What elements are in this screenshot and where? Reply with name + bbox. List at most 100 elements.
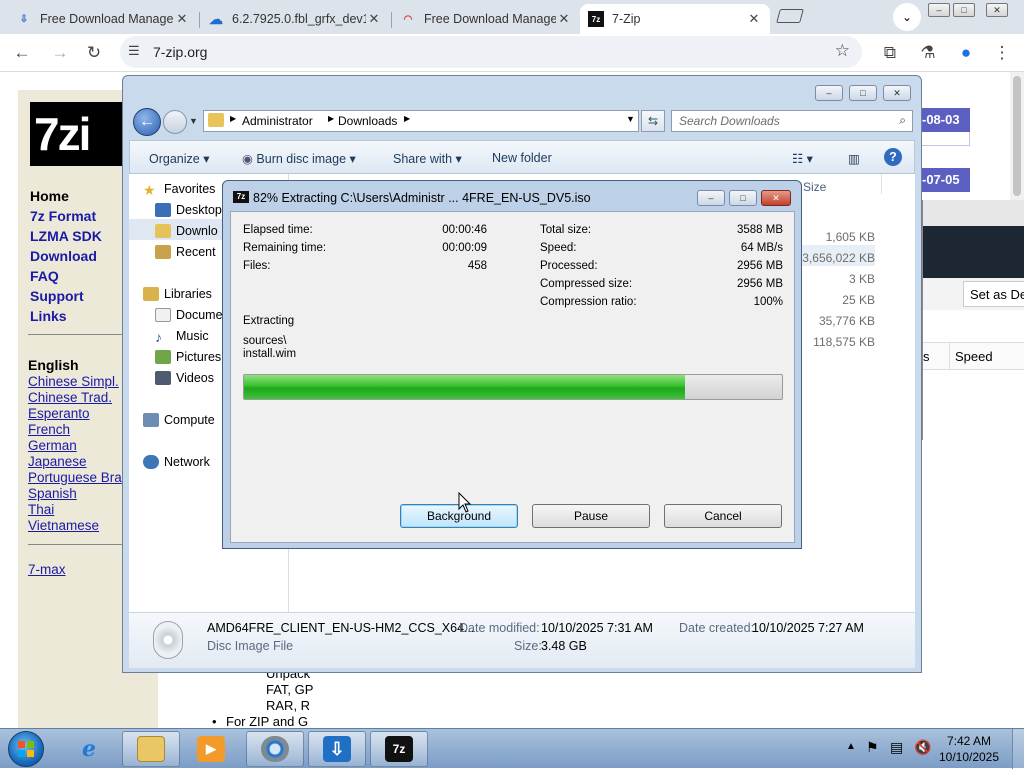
browser-tab-2[interactable]: ☁ 6.2.7925.0.fbl_grfx_dev1 ✕ [200,4,390,34]
cancel-button[interactable]: Cancel [664,504,782,528]
pause-button[interactable]: Pause [532,504,650,528]
site-info-icon[interactable]: ☰ [128,43,140,59]
lang-link[interactable]: Spanish [28,486,77,501]
nav-7z-format[interactable]: 7z Format [30,208,96,224]
nav-home[interactable]: Home [30,188,69,204]
help-icon[interactable]: ? [884,148,902,166]
close-button[interactable]: ✕ [883,85,911,101]
search-icon[interactable]: ⌕ [899,113,906,128]
taskbar-media-player[interactable]: ▶ [182,731,240,767]
maximize-button[interactable]: □ [953,3,975,17]
nav-documents[interactable]: Docume [155,308,223,322]
nav-lzma-sdk[interactable]: LZMA SDK [30,228,102,244]
maximize-button[interactable]: □ [729,190,757,206]
start-button[interactable] [8,731,44,767]
nav-faq[interactable]: FAQ [30,268,59,284]
taskbar-chrome[interactable] [246,731,304,767]
nav-network[interactable]: Network [143,455,210,469]
breadcrumb-administrator[interactable]: Administrator [242,114,313,128]
lang-link[interactable]: Vietnamese [28,518,99,533]
preview-pane-icon[interactable]: ▥ [848,151,860,166]
column-header[interactable]: s [923,349,930,364]
breadcrumb-arrow-icon[interactable]: ▶ [328,114,334,123]
link-7-max[interactable]: 7-max [28,562,66,577]
back-button[interactable]: ← [133,108,161,136]
maximize-button[interactable]: □ [849,85,877,101]
browser-tab-1[interactable]: ⇩ Free Download Manage ✕ [8,4,198,34]
explorer-address-bar[interactable]: ▶ Administrator ▶ Downloads ▶ ▼ [203,110,639,132]
minimize-button[interactable]: – [928,3,950,17]
size-column-header[interactable]: Size [803,180,826,194]
taskbar-internet-explorer[interactable]: e [60,731,118,767]
nav-libraries[interactable]: Libraries [143,287,212,301]
view-options-icon[interactable]: ☷ ▾ [792,151,813,166]
share-with-button[interactable]: Share with ▾ [393,151,462,166]
back-arrow-icon[interactable]: ← [8,40,36,66]
nav-download[interactable]: Download [30,248,97,264]
nav-music[interactable]: ♪ Music [155,329,209,345]
volume-muted-icon[interactable]: 🔇 [914,739,931,756]
set-as-default-button[interactable]: Set as De [963,281,1024,307]
page-scrollbar[interactable] [1010,72,1024,202]
nav-computer[interactable]: Compute [143,413,215,427]
new-folder-button[interactable]: New folder [492,151,552,165]
labs-flask-icon[interactable]: ⚗ [914,40,942,66]
nav-pictures[interactable]: Pictures [155,350,221,364]
nav-support[interactable]: Support [30,288,84,304]
breadcrumb-arrow-icon[interactable]: ▶ [230,114,236,123]
lang-link[interactable]: Esperanto [28,406,90,421]
lang-link[interactable]: Japanese [28,454,87,469]
profile-avatar-icon[interactable]: ● [952,40,980,66]
nav-downloads[interactable]: Downlo [155,224,218,238]
minimize-button[interactable]: – [697,190,725,206]
breadcrumb-arrow-icon[interactable]: ▶ [404,114,410,123]
nav-recent-places[interactable]: Recent [155,245,216,259]
speed-column-header[interactable]: Speed [955,349,993,364]
lang-link[interactable]: Portuguese Bra [28,470,122,485]
lang-link[interactable]: Thai [28,502,54,517]
taskbar-explorer[interactable] [122,731,180,767]
lang-link[interactable]: Chinese Trad. [28,390,112,405]
address-bar[interactable]: ☰ 7-zip.org ☆ [120,36,862,68]
refresh-button[interactable]: ⇆ [641,110,665,132]
minimize-button[interactable]: – [815,85,843,101]
browser-tab-3[interactable]: ◠ Free Download Manage ✕ [392,4,580,34]
recent-pages-dropdown[interactable]: ▼ [189,116,198,126]
new-tab-button[interactable] [776,9,804,23]
taskbar-clock[interactable]: 7:42 AM 10/10/2025 [934,733,1004,765]
bookmark-star-icon[interactable]: ☆ [835,41,850,61]
burn-disc-image-button[interactable]: ◉ Burn disc image ▾ [242,151,356,166]
taskbar-fdm[interactable]: ⇩ [308,731,366,767]
close-icon[interactable]: ✕ [746,11,762,27]
forward-arrow-icon[interactable]: → [46,40,74,66]
menu-kebab-icon[interactable]: ⋮ [988,40,1016,66]
tab-search-button[interactable]: ⌄ [893,3,921,31]
taskbar-7zip[interactable]: 7z [370,731,428,767]
show-desktop-button[interactable] [1012,729,1024,769]
organize-button[interactable]: Organize ▾ [149,151,209,166]
extensions-icon[interactable]: ⧉ [876,40,904,66]
lang-link[interactable]: Chinese Simpl. [28,374,119,389]
page-text: For ZIP and G [226,714,309,728]
close-icon[interactable]: ✕ [556,11,572,27]
browser-tab-4-active[interactable]: 7z 7-Zip ✕ [580,4,770,34]
reload-icon[interactable]: ↻ [80,40,108,66]
address-dropdown-icon[interactable]: ▼ [626,114,635,124]
scrollbar-thumb[interactable] [1013,76,1021,196]
nav-desktop[interactable]: Desktop [155,203,222,217]
network-icon[interactable]: ▤ [890,739,903,756]
lang-link[interactable]: French [28,422,70,437]
explorer-search-input[interactable]: Search Downloads ⌕ [671,110,913,132]
close-button[interactable]: ✕ [761,190,791,206]
nav-links[interactable]: Links [30,308,67,324]
close-icon[interactable]: ✕ [366,11,382,27]
lang-link[interactable]: German [28,438,77,453]
forward-button[interactable] [163,110,187,134]
nav-videos[interactable]: Videos [155,371,214,385]
action-center-flag-icon[interactable]: ⚑ [866,739,879,756]
nav-favorites[interactable]: ★ Favorites [143,182,215,198]
breadcrumb-downloads[interactable]: Downloads [338,114,397,128]
close-window-button[interactable]: ✕ [986,3,1008,17]
close-icon[interactable]: ✕ [174,11,190,27]
show-hidden-icons-icon[interactable]: ▲ [846,741,856,752]
